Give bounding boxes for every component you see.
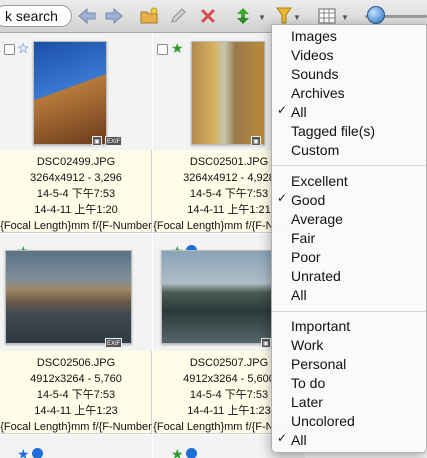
file-exif: {Focal Length}mm f/{F-Number: [0, 220, 152, 232]
menu-item-average[interactable]: Average: [272, 210, 426, 229]
menu-item-archives[interactable]: Archives: [272, 84, 426, 103]
refresh-dropdown-icon[interactable]: ▼: [258, 13, 266, 22]
back-arrow-icon[interactable]: [76, 5, 98, 27]
menu-item-label: Good: [291, 192, 326, 208]
file-name: DSC02506.JPG: [36, 357, 116, 369]
menu-item-poor[interactable]: Poor: [272, 248, 426, 267]
file-meta: DSC02499.JPG 3264x4912 - 3,296 14-5-4 下午…: [0, 154, 152, 234]
file-cell[interactable]: ★ EXIF DSC02506.JPG 4912x3264 - 5,760 14…: [0, 234, 152, 434]
menu-item-uncolored[interactable]: Uncolored: [272, 412, 426, 431]
file-browser-window: k search ▼ ▼ ▼ ☆ ▣ EXIF DSC02499.JPG 326…: [0, 0, 427, 458]
rating-star-icon[interactable]: ★: [171, 41, 184, 55]
thumbnail-image[interactable]: [191, 41, 265, 145]
menu-item-unrated[interactable]: Unrated: [272, 267, 426, 286]
file-cell[interactable]: ☆ ▣ EXIF DSC02499.JPG 3264x4912 - 3,296 …: [0, 33, 152, 233]
menu-item-tagged-files[interactable]: Tagged file(s): [272, 122, 426, 141]
menu-item-personal[interactable]: Personal: [272, 355, 426, 374]
menu-item-images[interactable]: Images: [272, 27, 426, 46]
video-badge-icon: ▣: [251, 136, 261, 146]
edit-icon[interactable]: [167, 5, 189, 27]
select-checkbox[interactable]: [4, 44, 15, 55]
file-name: DSC02499.JPG: [36, 156, 116, 168]
menu-item-all-ratings[interactable]: All: [272, 286, 426, 305]
thumbnail-image[interactable]: [161, 250, 273, 344]
menu-item-label: All: [291, 104, 307, 120]
video-badge-icon: ▣: [261, 338, 271, 348]
file-cell[interactable]: ★: [0, 435, 152, 458]
menu-item-label: All: [291, 432, 307, 448]
menu-item-sounds[interactable]: Sounds: [272, 65, 426, 84]
menu-item-later[interactable]: Later: [272, 393, 426, 412]
file-modified: 14-5-4 下午7:53: [36, 389, 116, 401]
rating-star-icon[interactable]: ★: [171, 447, 184, 458]
menu-item-to-do[interactable]: To do: [272, 374, 426, 393]
thumbnail-image[interactable]: [33, 41, 107, 145]
menu-item-all-types[interactable]: ✓ All: [272, 103, 426, 122]
filter-dropdown-icon[interactable]: ▼: [293, 13, 301, 22]
menu-item-videos[interactable]: Videos: [272, 46, 426, 65]
file-taken: 14-4-11 上午1:20: [34, 204, 118, 216]
search-field[interactable]: k search: [0, 5, 72, 27]
file-dimensions: 3264x4912 - 3,296: [30, 172, 122, 184]
file-modified: 14-5-4 下午7:53: [36, 188, 116, 200]
menu-item-work[interactable]: Work: [272, 336, 426, 355]
file-exif: {Focal Length}mm f/{F-Number: [0, 421, 152, 433]
exif-badge: EXIF: [105, 338, 123, 348]
menu-item-fair[interactable]: Fair: [272, 229, 426, 248]
menu-item-excellent[interactable]: Excellent: [272, 172, 426, 191]
file-meta: DSC02506.JPG 4912x3264 - 5,760 14-5-4 下午…: [0, 355, 152, 435]
zoom-slider-knob[interactable]: [367, 6, 385, 24]
color-label-dot: [32, 448, 43, 458]
menu-item-custom[interactable]: Custom: [272, 141, 426, 160]
rating-star-icon[interactable]: ★: [17, 447, 30, 458]
new-folder-icon[interactable]: [138, 5, 160, 27]
rating-star-icon[interactable]: ☆: [17, 41, 30, 55]
delete-icon[interactable]: [197, 5, 219, 27]
menu-item-good[interactable]: ✓ Good: [272, 191, 426, 210]
filter-dropdown-menu: Images Videos Sounds Archives ✓ All Tagg…: [271, 24, 427, 453]
thumbnail-image[interactable]: [5, 250, 132, 344]
view-dropdown-icon[interactable]: ▼: [341, 13, 349, 22]
menu-item-important[interactable]: Important: [272, 317, 426, 336]
forward-arrow-icon[interactable]: [103, 5, 125, 27]
select-checkbox[interactable]: [157, 44, 168, 55]
color-label-dot: [186, 448, 197, 458]
file-dimensions: 4912x3264 - 5,760: [30, 373, 122, 385]
video-badge-icon: ▣: [92, 136, 102, 146]
menu-separator: [272, 311, 426, 312]
file-taken: 14-4-11 上午1:23: [34, 405, 118, 417]
refresh-icon[interactable]: [232, 5, 254, 27]
menu-item-all-labels[interactable]: ✓ All: [272, 431, 426, 450]
menu-separator: [272, 165, 426, 166]
exif-badge: EXIF: [105, 136, 123, 146]
